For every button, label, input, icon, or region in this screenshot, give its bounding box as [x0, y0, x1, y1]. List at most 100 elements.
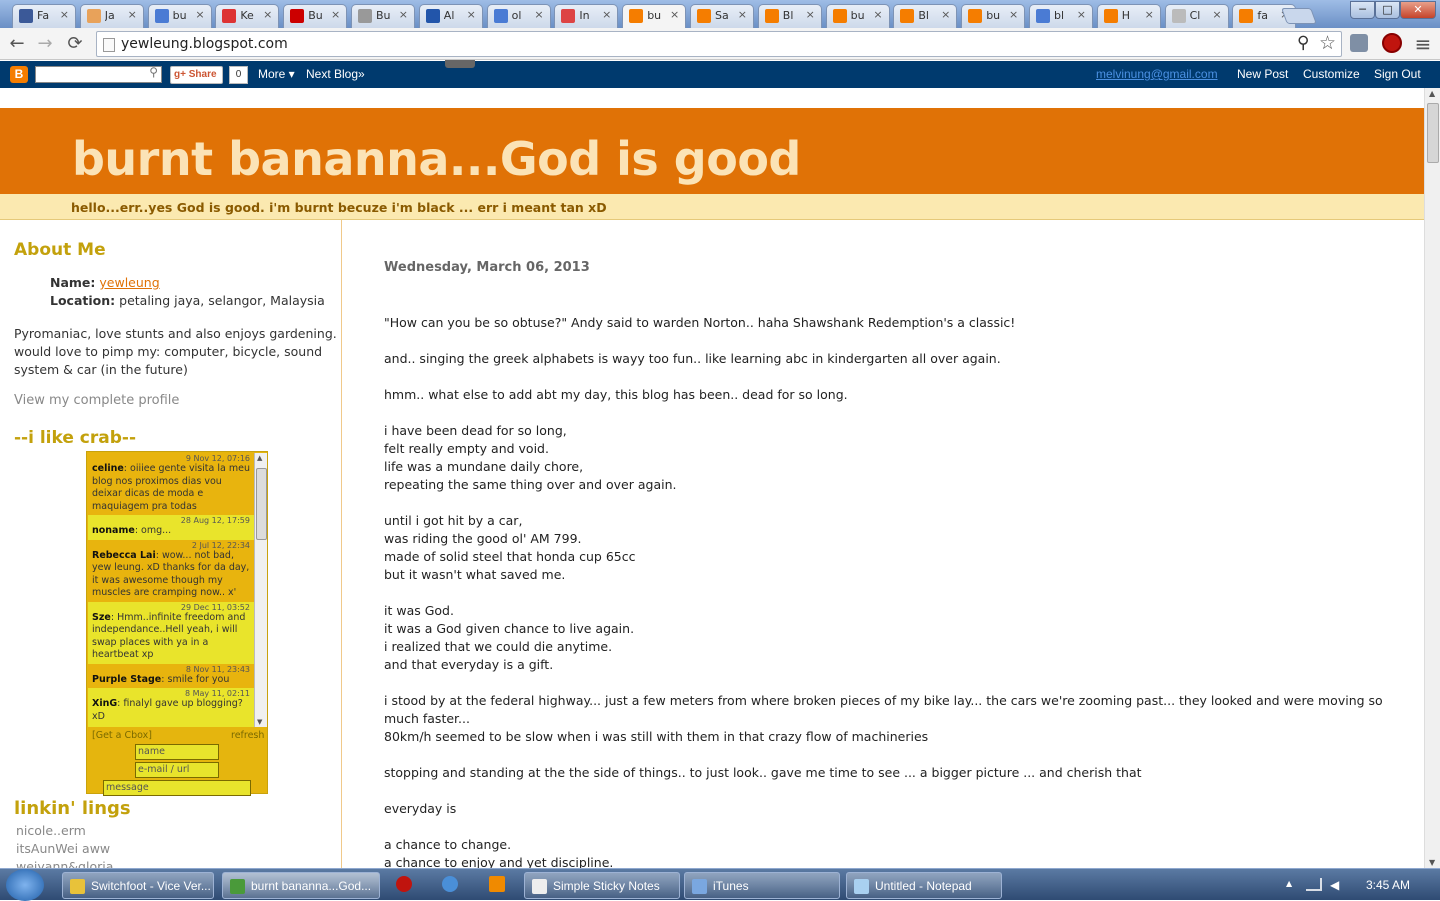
browser-tab[interactable]: ol ×	[486, 4, 551, 28]
cbox-scrollbar[interactable]: ▲ ▼	[254, 453, 267, 727]
tab-close-icon[interactable]: ×	[941, 8, 950, 21]
page-scroll-thumb[interactable]	[1427, 103, 1439, 163]
tab-close-icon[interactable]: ×	[602, 8, 611, 21]
tab-close-icon[interactable]: ×	[263, 8, 272, 21]
tab-favicon-icon	[222, 9, 237, 23]
firefox-icon[interactable]	[442, 876, 458, 892]
browser-tab[interactable]: Bu ×	[351, 4, 415, 28]
back-button[interactable]: ←	[6, 33, 28, 55]
cbox-message-date: 8 Nov 11, 23:43	[185, 664, 250, 674]
cbox-message-input[interactable]: message	[103, 780, 251, 796]
zoom-icon[interactable]: ⚲	[1297, 33, 1309, 53]
maximize-button[interactable]: □	[1375, 1, 1400, 19]
browser-tab[interactable]: Fa ×	[12, 4, 76, 28]
browser-tab[interactable]: bu ×	[961, 4, 1026, 28]
browser-tab[interactable]: In ×	[554, 4, 619, 28]
search-icon[interactable]: ⚲	[149, 65, 158, 79]
blog-link-2[interactable]: itsAunWei aww	[16, 841, 110, 856]
blogger-logo-icon[interactable]: B	[10, 66, 28, 83]
taskbar-item[interactable]: Simple Sticky Notes	[524, 872, 680, 899]
tab-close-icon[interactable]: ×	[1009, 8, 1018, 21]
browser-tab[interactable]: bu ×	[825, 4, 890, 28]
menu-icon[interactable]: ≡	[1412, 33, 1434, 55]
blog-link-3[interactable]: weiyann&gloria	[16, 859, 113, 868]
browser-tab[interactable]: bu ×	[622, 4, 687, 29]
adblock-icon[interactable]	[1382, 33, 1402, 53]
extension-icon[interactable]	[1350, 34, 1368, 52]
tab-title: ol	[511, 9, 522, 22]
tab-close-icon[interactable]: ×	[670, 8, 679, 21]
get-cbox-link[interactable]: [Get a Cbox]	[92, 730, 152, 741]
taskbar-item[interactable]: Untitled - Notepad	[846, 872, 1002, 899]
new-post-link[interactable]: New Post	[1237, 67, 1288, 81]
tab-close-icon[interactable]: ×	[873, 8, 882, 21]
view-profile-link[interactable]: View my complete profile	[14, 393, 179, 408]
navbar-drag-handle[interactable]	[445, 60, 475, 68]
taskbar-item[interactable]: Switchfoot - Vice Ver...	[62, 872, 214, 899]
page-scroll-down-icon[interactable]: ▼	[1429, 858, 1435, 867]
browser-tab[interactable]: Bu ×	[283, 4, 348, 28]
tab-close-icon[interactable]: ×	[738, 8, 747, 21]
tab-close-icon[interactable]: ×	[1212, 8, 1221, 21]
page-scroll-up-icon[interactable]: ▲	[1429, 89, 1435, 98]
tab-favicon-icon	[1171, 9, 1186, 23]
tab-close-icon[interactable]: ×	[534, 8, 543, 21]
browser-tab[interactable]: Bl ×	[893, 4, 958, 28]
close-window-button[interactable]: ✕	[1400, 1, 1436, 19]
taskbar-item-label: burnt bananna...God...	[251, 879, 372, 893]
browser-tab[interactable]: Sa ×	[690, 4, 754, 28]
tray-expand-icon[interactable]: ▲	[1286, 879, 1292, 888]
tab-close-icon[interactable]: ×	[1077, 8, 1086, 21]
tab-close-icon[interactable]: ×	[331, 8, 340, 21]
minimize-button[interactable]: ─	[1350, 1, 1375, 19]
tab-close-icon[interactable]: ×	[806, 8, 815, 21]
browser-tab[interactable]: bu ×	[147, 4, 212, 28]
url-text[interactable]: yewleung.blogspot.com	[121, 36, 288, 52]
volume-icon[interactable]: ◀	[1330, 878, 1344, 892]
blog-search-input[interactable]: ⚲	[35, 65, 162, 83]
new-tab-button[interactable]	[1281, 8, 1317, 24]
cbox-refresh-link[interactable]: refresh	[231, 730, 264, 741]
browser-tab[interactable]: Ke ×	[215, 4, 280, 28]
taskbar-item[interactable]: burnt bananna...God...	[222, 872, 380, 899]
profile-name-link[interactable]: yewleung	[99, 275, 159, 290]
browser-tab[interactable]: bl ×	[1029, 4, 1093, 28]
cbox-scroll-thumb[interactable]	[256, 468, 267, 540]
cbox-name-input[interactable]: name	[135, 744, 219, 760]
browser-tab[interactable]: Cl ×	[1164, 4, 1229, 28]
tab-close-icon[interactable]: ×	[467, 8, 476, 21]
browser-tab[interactable]: Bl ×	[757, 4, 822, 28]
network-icon[interactable]	[1306, 878, 1322, 891]
forward-button[interactable]: →	[34, 33, 56, 55]
blog-title[interactable]: burnt bananna...God is good	[72, 132, 801, 186]
sign-out-link[interactable]: Sign Out	[1374, 67, 1421, 81]
tab-close-icon[interactable]: ×	[399, 8, 408, 21]
reload-button[interactable]: ⟳	[64, 33, 86, 55]
user-email[interactable]: melvinung@gmail.com	[1096, 67, 1218, 81]
start-button[interactable]	[6, 869, 44, 901]
browser-tab[interactable]: Ja ×	[79, 4, 144, 28]
bookmark-star-icon[interactable]: ☆	[1319, 32, 1336, 54]
cbox-message-text: Hmm..infinite freedom and independance..…	[92, 611, 246, 661]
scroll-up-icon[interactable]: ▲	[257, 454, 262, 462]
browser-tab[interactable]: Al ×	[418, 4, 483, 28]
page-scrollbar[interactable]: ▲ ▼	[1424, 88, 1440, 868]
blog-link-1[interactable]: nicole..erm	[16, 823, 86, 838]
more-menu[interactable]: More ▾	[258, 67, 295, 81]
tab-close-icon[interactable]: ×	[1145, 8, 1154, 21]
system-clock[interactable]: 3:45 AM	[1366, 878, 1410, 892]
tab-close-icon[interactable]: ×	[128, 8, 137, 21]
share-button[interactable]: g+ Share	[170, 66, 223, 84]
scroll-down-icon[interactable]: ▼	[257, 718, 262, 726]
tab-close-icon[interactable]: ×	[195, 8, 204, 21]
tab-close-icon[interactable]: ×	[60, 8, 69, 21]
address-bar[interactable]: yewleung.blogspot.com ⚲ ☆	[96, 31, 1342, 57]
page-icon	[103, 38, 115, 52]
customize-link[interactable]: Customize	[1303, 67, 1360, 81]
opera-icon[interactable]	[396, 876, 412, 892]
cbox-url-input[interactable]: e-mail / url	[135, 762, 219, 778]
next-blog-link[interactable]: Next Blog»	[306, 67, 365, 81]
vlc-icon[interactable]	[489, 876, 505, 892]
browser-tab[interactable]: H ×	[1096, 4, 1161, 28]
taskbar-item[interactable]: iTunes	[684, 872, 840, 899]
